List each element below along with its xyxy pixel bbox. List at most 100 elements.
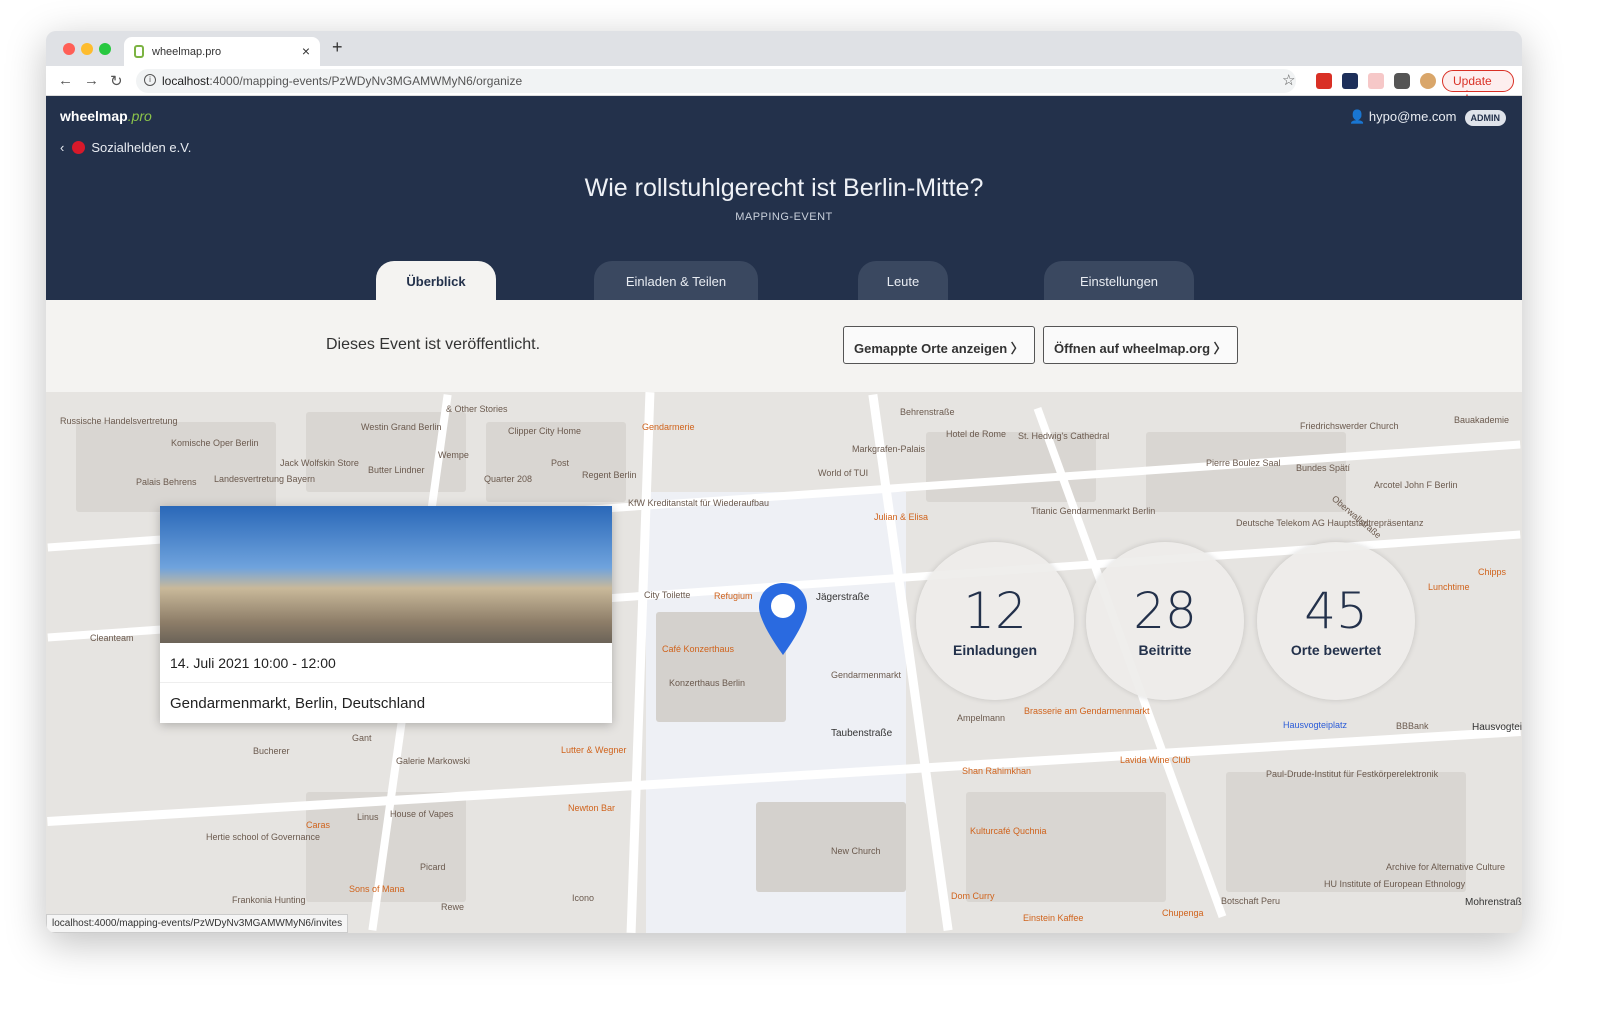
map-label[interactable]: Dom Curry — [951, 891, 995, 901]
map-label[interactable]: Shan Rahimkhan — [962, 766, 1031, 776]
map-label[interactable]: Chipps — [1478, 567, 1506, 577]
map-label[interactable]: Post — [551, 458, 569, 468]
map-label[interactable]: House of Vapes — [390, 809, 453, 819]
map-label[interactable]: Butter Lindner — [368, 465, 425, 475]
map-label[interactable]: Quarter 208 — [484, 474, 532, 484]
reload-icon[interactable]: ↻ — [110, 72, 123, 90]
map-label[interactable]: Westin Grand Berlin — [361, 422, 441, 432]
map-label[interactable]: Friedrichswerder Church — [1300, 421, 1399, 431]
profile-avatar[interactable] — [1420, 73, 1436, 89]
map-label[interactable]: Bundes Spätí — [1296, 463, 1350, 473]
map-label[interactable]: Markgrafen-Palais — [852, 444, 925, 454]
url-input[interactable]: i localhost:4000/mapping-events/PzWDyNv3… — [136, 69, 1296, 93]
map-label[interactable]: Regent Berlin — [582, 470, 637, 480]
map-label[interactable]: Newton Bar — [568, 803, 615, 813]
bookmark-star-icon[interactable]: ☆ — [1282, 71, 1295, 89]
extension-icon[interactable] — [1368, 73, 1384, 89]
map-label[interactable]: Hertie school of Governance — [206, 832, 320, 842]
map-label[interactable]: Palais Behrens — [136, 477, 197, 487]
map-label[interactable]: Caras — [306, 820, 330, 830]
map-label[interactable]: Wempe — [438, 450, 469, 460]
chevron-left-icon: ‹ — [60, 140, 65, 155]
map-label[interactable]: Hausvogteiplatz — [1472, 722, 1522, 733]
map-label[interactable]: Pierre Boulez Saal — [1206, 458, 1281, 468]
location-pin-icon[interactable] — [757, 581, 809, 657]
extension-icon[interactable] — [1316, 73, 1332, 89]
map-label[interactable]: Paul-Drude-Institut für Festkörperelektr… — [1266, 769, 1438, 779]
map-label[interactable]: HU Institute of European Ethnology — [1324, 879, 1465, 889]
map-label[interactable]: Komische Oper Berlin — [171, 438, 259, 448]
close-window-button[interactable] — [63, 43, 75, 55]
map-label[interactable]: Konzerthaus Berlin — [669, 678, 745, 688]
map-label[interactable]: Brasserie am Gendarmenmarkt — [1024, 706, 1150, 716]
map-label[interactable]: Arcotel John F Berlin — [1374, 480, 1458, 490]
map-label[interactable]: Refugium — [714, 591, 753, 601]
organization-link[interactable]: ‹ Sozialhelden e.V. — [60, 140, 191, 155]
map-label[interactable]: BBBank — [1396, 721, 1429, 731]
map-label[interactable]: Taubenstraße — [831, 728, 892, 739]
map-label[interactable]: Frankonia Hunting — [232, 895, 306, 905]
map-label[interactable]: Icono — [572, 893, 594, 903]
map-label[interactable]: Chupenga — [1162, 908, 1204, 918]
tab-settings[interactable]: Einstellungen — [1044, 261, 1194, 300]
map-label[interactable]: Cleanteam — [90, 633, 134, 643]
minimize-window-button[interactable] — [81, 43, 93, 55]
map-label[interactable]: Bucherer — [253, 746, 290, 756]
map-label[interactable]: Picard — [420, 862, 446, 872]
new-tab-icon[interactable]: + — [332, 37, 343, 58]
map-label[interactable]: Deutsche Telekom AG Hauptstadtrepräsenta… — [1236, 518, 1423, 528]
map-label[interactable]: Russische Handelsvertretung — [60, 416, 178, 426]
puzzle-extensions-icon[interactable] — [1394, 73, 1410, 89]
map-label[interactable]: Gendarmenmarkt — [831, 670, 901, 680]
forward-icon[interactable]: → — [84, 72, 99, 89]
map-label[interactable]: Jägerstraße — [816, 592, 869, 603]
map-label[interactable]: World of TUI — [818, 468, 868, 478]
map-label[interactable]: & Other Stories — [446, 404, 508, 414]
info-icon[interactable]: i — [144, 74, 156, 86]
maximize-window-button[interactable] — [99, 43, 111, 55]
map-label[interactable]: KfW Kreditanstalt für Wiederaufbau — [628, 498, 769, 508]
map-label[interactable]: Rewe — [441, 902, 464, 912]
map-label[interactable]: City Toilette — [644, 590, 690, 600]
map-label[interactable]: St. Hedwig's Cathedral — [1018, 431, 1109, 441]
tab-invite-share[interactable]: Einladen & Teilen — [594, 261, 758, 300]
map-label[interactable]: Behrenstraße — [900, 407, 955, 417]
map-label[interactable]: Julian & Elisa — [874, 512, 928, 522]
map-label[interactable]: Linus — [357, 812, 379, 822]
map-label[interactable]: Lutter & Wegner — [561, 745, 626, 755]
map[interactable]: Russische Handelsvertretung Komische Ope… — [46, 392, 1522, 933]
wheelmap-logo[interactable]: wheelmap.pro — [60, 108, 152, 124]
map-label[interactable]: Bauakademie — [1454, 415, 1509, 425]
map-label[interactable]: Oberwallstraße — [1330, 494, 1383, 541]
map-label[interactable]: Lavida Wine Club — [1120, 755, 1191, 765]
map-label[interactable]: Lunchtime — [1428, 582, 1470, 592]
map-label[interactable]: Ampelmann — [957, 713, 1005, 723]
user-menu[interactable]: 👤 hypo@me.com ADMIN — [1349, 109, 1506, 126]
map-label[interactable]: Gendarmerie — [642, 422, 695, 432]
open-wheelmap-button[interactable]: Öffnen auf wheelmap.org 〉 — [1043, 326, 1238, 364]
map-label[interactable]: Archive for Alternative Culture — [1386, 862, 1505, 872]
map-label[interactable]: Landesvertretung Bayern — [214, 474, 315, 484]
extension-icon[interactable] — [1342, 73, 1358, 89]
map-label[interactable]: Sons of Mana — [349, 884, 405, 894]
tab-overview[interactable]: Überblick — [376, 261, 496, 300]
map-label[interactable]: Botschaft Peru — [1221, 896, 1280, 906]
map-label[interactable]: Titanic Gendarmenmarkt Berlin — [1031, 506, 1155, 516]
show-mapped-places-button[interactable]: Gemappte Orte anzeigen 〉 — [843, 326, 1035, 364]
back-icon[interactable]: ← — [58, 72, 73, 89]
tab-people[interactable]: Leute — [858, 261, 948, 300]
map-label[interactable]: Mohrenstraße — [1465, 897, 1522, 908]
map-label[interactable]: Clipper City Home — [508, 426, 581, 436]
close-tab-icon[interactable]: × — [302, 43, 310, 59]
map-label[interactable]: Galerie Markowski — [396, 756, 470, 766]
update-button[interactable]: Update ⋮ — [1442, 70, 1514, 102]
map-label[interactable]: Kulturcafé Quchnia — [970, 826, 1047, 836]
map-label[interactable]: Café Konzerthaus — [662, 644, 734, 654]
map-label[interactable]: Hausvogteiplatz — [1283, 720, 1347, 730]
map-label[interactable]: Hotel de Rome — [946, 429, 1006, 439]
map-label[interactable]: Gant — [352, 733, 372, 743]
map-label[interactable]: New Church — [831, 846, 881, 856]
browser-tab[interactable]: wheelmap.pro × — [124, 37, 320, 66]
map-label[interactable]: Jack Wolfskin Store — [280, 458, 359, 468]
map-label[interactable]: Einstein Kaffee — [1023, 913, 1083, 923]
